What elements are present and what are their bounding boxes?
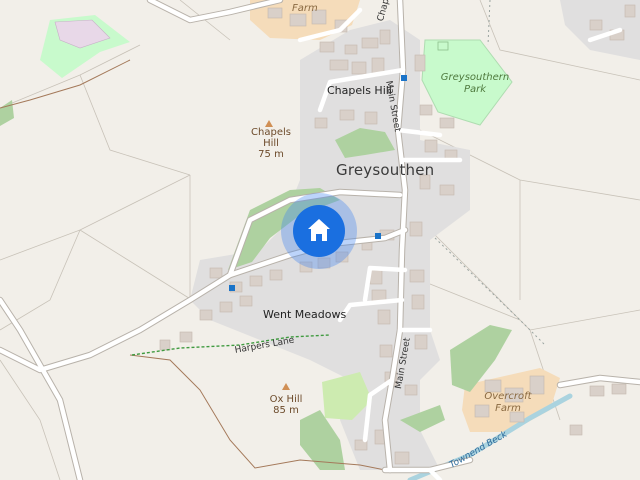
home-location-marker[interactable]: [279, 191, 359, 271]
map-view[interactable]: Greysouthen Chapels Hill Went Meadows Gr…: [0, 0, 640, 480]
playground-icon: [437, 41, 449, 51]
